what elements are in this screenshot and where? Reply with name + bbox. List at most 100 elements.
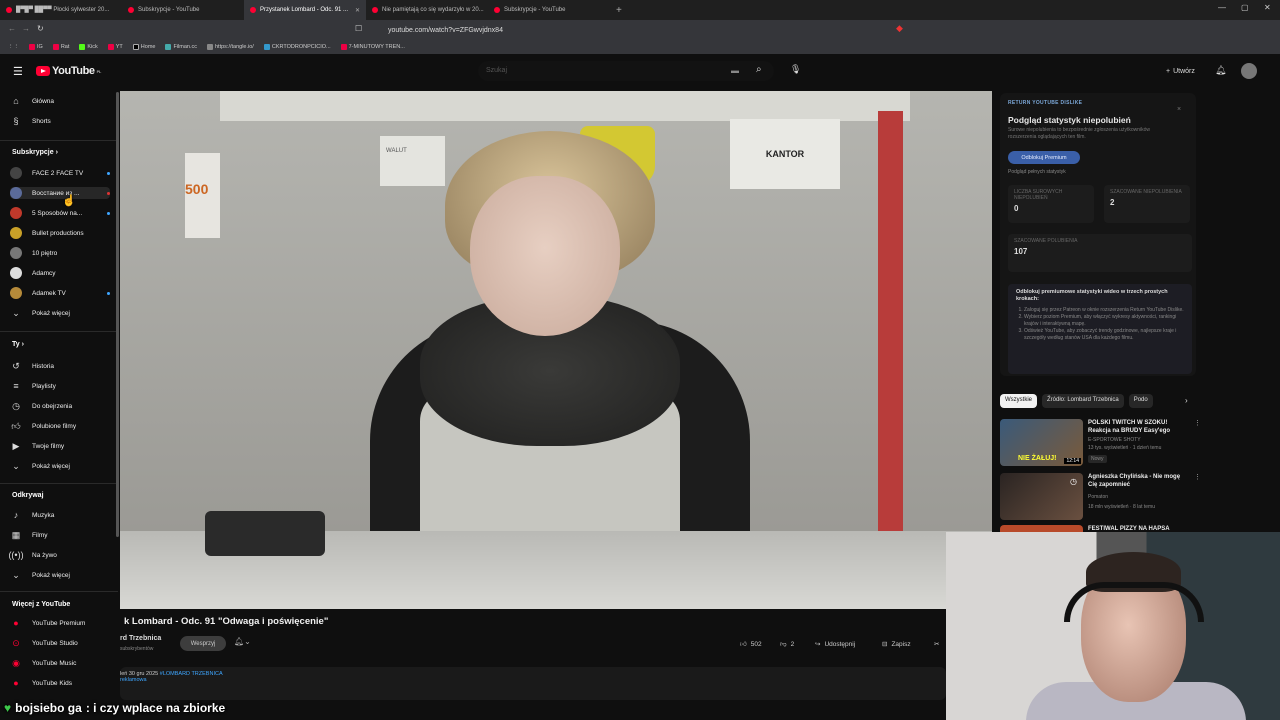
video-scene-paper: 500: [185, 153, 220, 238]
channel-name: Pomaton: [1088, 494, 1109, 500]
reload-icon[interactable]: ↻: [37, 24, 44, 33]
browser-tab-active[interactable]: Przystanek Lombard - Odc. 91 ... ✕: [244, 0, 366, 20]
close-window-icon[interactable]: ✕: [1264, 3, 1271, 12]
sidebar-item-label: Adamcy: [32, 269, 56, 277]
browser-tab[interactable]: Subskrypcje - YouTube: [488, 0, 610, 20]
browser-tab[interactable]: Nie pamiętają co się wydarzyło w 20...: [366, 0, 488, 20]
new-tab-icon[interactable]: +: [616, 5, 622, 16]
bookmark-label: YT: [115, 44, 123, 50]
channel-name[interactable]: rd Trzebnica: [120, 635, 161, 642]
sidebar-subscription[interactable]: FACE 2 FACE TV: [10, 167, 110, 179]
bookmark-item[interactable]: Kick: [79, 44, 98, 50]
sidebar-show-more[interactable]: ⌄ Pokaż więcej: [10, 460, 110, 472]
youtube-favicon-icon: [340, 44, 347, 50]
sidebar-item-music[interactable]: ♪ Muzyka: [10, 509, 110, 521]
create-button[interactable]: + Utwórz: [1158, 63, 1203, 79]
more-options-icon[interactable]: ⋮: [1194, 419, 1201, 427]
sidebar-subscription[interactable]: Adamek TV: [10, 287, 110, 299]
sidebar-item-your-videos[interactable]: ▶ Twoje filmy: [10, 440, 110, 452]
search-icon[interactable]: ⌕: [756, 64, 762, 75]
more-options-icon[interactable]: ⋮: [1194, 473, 1201, 481]
chip-all[interactable]: Wszystkie: [1000, 394, 1037, 408]
like-button[interactable]: 👍︎ 502: [740, 637, 762, 651]
bookmark-item[interactable]: https://tangle.io/: [207, 44, 254, 50]
hashtag-link[interactable]: #LOMBARD TRZEBNICA: [160, 671, 223, 677]
search-input[interactable]: Szukaj: [478, 61, 774, 81]
video-scene-face: [470, 176, 620, 336]
extension-icon[interactable]: ◆: [896, 23, 903, 34]
sidebar-subscription[interactable]: 5 Sposobów na...: [10, 207, 110, 219]
sidebar-item-playlists[interactable]: ≡ Playlisty: [10, 380, 110, 392]
bookmark-item[interactable]: YT: [107, 44, 123, 50]
menu-icon[interactable]: ☰: [13, 65, 23, 78]
minimize-icon[interactable]: —: [1218, 3, 1226, 12]
chip-source[interactable]: Źródło: Lombard Trzebnica: [1042, 394, 1124, 408]
bookmark-label: Filman.cc: [173, 44, 197, 50]
chip-related[interactable]: Podo: [1128, 394, 1153, 408]
full-stats-link[interactable]: Podgląd pełnych statystyk: [1008, 169, 1066, 175]
back-icon[interactable]: ←: [8, 24, 16, 33]
sidebar-subscription[interactable]: Восстание из ...: [10, 187, 110, 199]
browser-tab[interactable]: Subskrypcje - YouTube: [122, 0, 244, 20]
notifications-bell-icon[interactable]: 🔔︎: [1215, 65, 1226, 76]
sidebar-item-kids[interactable]: ● YouTube Kids: [10, 677, 110, 689]
url-field[interactable]: youtube.com/watch?v=ZFGwvjdnx84: [370, 23, 910, 37]
new-badge: Nowy: [1088, 455, 1107, 463]
bookmark-item[interactable]: Home: [132, 44, 155, 50]
subscription-bell-icon[interactable]: 🔔︎⌄: [234, 637, 251, 646]
sidebar-show-more[interactable]: ⌄ Pokaż więcej: [10, 307, 110, 319]
youtube-logo[interactable]: YouTube PL: [36, 65, 101, 77]
subscriptions-header[interactable]: Subskrypcje ›: [12, 149, 58, 156]
clip-button[interactable]: ✂: [934, 637, 939, 651]
sidebar-show-more[interactable]: ⌄ Pokaż więcej: [10, 569, 110, 581]
chevron-right-icon[interactable]: ›: [1185, 396, 1188, 405]
forward-icon[interactable]: →: [22, 24, 30, 33]
mix-icon: ◷: [1070, 477, 1077, 486]
sidebar-subscription[interactable]: Adamcy: [10, 267, 110, 279]
support-button[interactable]: Wesprzyj: [180, 636, 226, 651]
bookmark-item[interactable]: Filman.cc: [165, 44, 197, 50]
logo-country: PL: [96, 68, 102, 74]
recommended-video[interactable]: ◷ Agnieszka Chylińska - Nie mogę Cię zap…: [1000, 473, 1201, 521]
promo-step: Wybierz poziom Premium, aby włączyć wykr…: [1024, 314, 1184, 328]
microphone-icon[interactable]: 🎙: [790, 64, 801, 75]
avatar[interactable]: [1241, 63, 1257, 79]
you-header[interactable]: Ty ›: [12, 341, 24, 348]
sidebar-item-studio[interactable]: ⊙ YouTube Studio: [10, 637, 110, 649]
bookmark-item[interactable]: IG: [29, 44, 43, 50]
browser-tab[interactable]: █▀█▀ ██▀▀ Płocki sylwester 20...: [0, 0, 122, 20]
unlock-premium-button[interactable]: Odblokuj Premium: [1008, 151, 1080, 164]
sidebar-item-films[interactable]: ▦ Filmy: [10, 529, 110, 541]
keyboard-icon[interactable]: ▬: [731, 66, 739, 75]
dislike-button[interactable]: 👎︎ 2: [780, 637, 794, 651]
video-description[interactable]: leń 30 gru 2025 #LOMBARD TRZEBNICA rekla…: [120, 667, 946, 700]
sidebar-item-live[interactable]: ((•)) Na żywo: [8, 549, 110, 561]
video-player[interactable]: 500 WALUT KANTOR: [120, 91, 992, 609]
close-icon[interactable]: ×: [1177, 106, 1181, 113]
bookmark-item[interactable]: 7-MINUTOWY TREN...: [340, 44, 405, 50]
divider: [0, 591, 118, 592]
sidebar-item-liked[interactable]: 👍︎ Polubione filmy: [10, 420, 110, 432]
save-button[interactable]: ⊟ Zapisz: [882, 637, 911, 651]
sidebar-subscription[interactable]: Bullet productions: [10, 227, 110, 239]
sidebar-item-watch-later[interactable]: ◷ Do obejrzenia: [10, 400, 110, 412]
divider: [0, 331, 118, 332]
recommended-video[interactable]: NIE ŻAŁUJ! 12:14 POLSKI TWITCH W SZOKU! …: [1000, 419, 1201, 467]
bookmark-icon[interactable]: ☐: [355, 24, 362, 33]
apps-icon[interactable]: ⋮⋮: [8, 44, 19, 50]
sidebar-subscription[interactable]: 10 piętro: [10, 247, 110, 259]
bookmark-item[interactable]: Rat: [52, 44, 69, 50]
chevron-down-icon: ⌄: [12, 307, 20, 318]
maximize-icon[interactable]: ▢: [1241, 3, 1249, 12]
bookmark-item[interactable]: CKRTODRONPCICIO...: [263, 44, 331, 50]
sidebar-item-home[interactable]: ⌂ Główna: [10, 95, 110, 107]
sidebar-scrollbar[interactable]: [116, 92, 119, 537]
sidebar-item-premium[interactable]: ● YouTube Premium: [10, 617, 110, 629]
share-button[interactable]: ↪ Udostępnij: [815, 637, 855, 651]
promo-steps: Zaloguj się przez Patreon w oknie rozsze…: [1016, 307, 1184, 342]
sidebar-item-label: Adamek TV: [32, 289, 66, 297]
close-tab-icon[interactable]: ✕: [355, 7, 360, 14]
sidebar-item-shorts[interactable]: § Shorts: [10, 115, 110, 127]
sidebar-item-history[interactable]: ↺ Historia: [10, 360, 110, 372]
sidebar-item-music-app[interactable]: ◉ YouTube Music: [10, 657, 110, 669]
